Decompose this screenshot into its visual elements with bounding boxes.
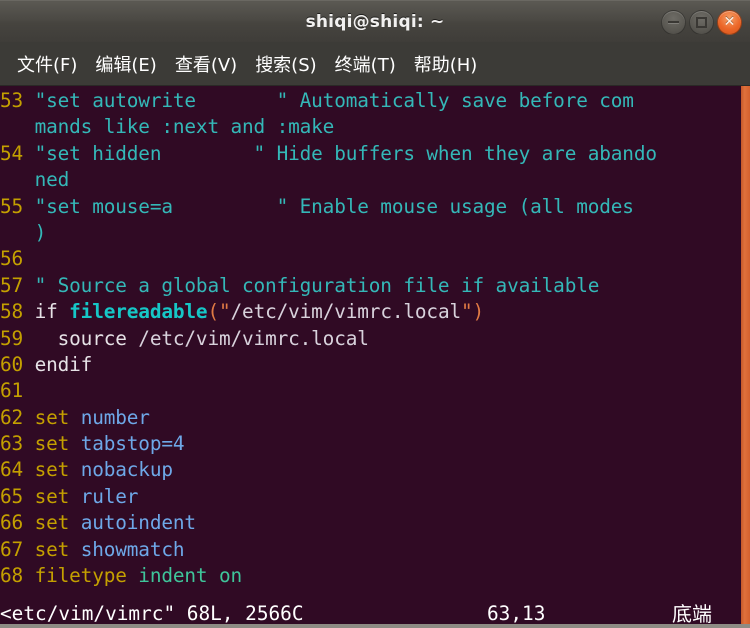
buffer-line[interactable]: 62 set number (0, 405, 750, 431)
str-token: /etc/vim/vimrc.local (138, 326, 369, 350)
ident-token: tabstop=4 (80, 432, 185, 456)
str-token: /etc/vim/vimrc.local (230, 300, 462, 324)
close-button[interactable]: ✕ (717, 9, 742, 35)
line-number: 68 (0, 564, 35, 588)
paren-token: (" (207, 300, 231, 324)
window-right-border[interactable] (741, 86, 750, 628)
buffer-line[interactable]: 61 (0, 378, 750, 404)
window-title: shiqi@shiqi: ~ (305, 11, 445, 32)
line-number: 55 (0, 194, 35, 218)
minimize-icon (668, 21, 679, 23)
comment-token: "set hidden " Hide buffers when they are… (34, 141, 657, 165)
buffer-line[interactable]: 59 source /etc/vim/vimrc.local (0, 326, 750, 352)
plain-token: endif (34, 352, 93, 376)
line-number: 63 (0, 432, 35, 456)
line-number: 62 (0, 405, 35, 429)
window-controls: ✕ (661, 1, 742, 43)
buffer-line[interactable]: 65 set ruler (0, 484, 750, 510)
buffer-line[interactable]: 56 (0, 246, 750, 272)
line-number: 66 (0, 511, 35, 535)
menu-item-terminal[interactable]: 终端(T) (326, 49, 405, 79)
stmt-token: set (34, 537, 81, 561)
window-bottom-border (0, 624, 750, 628)
ident-token: ruler (80, 484, 139, 508)
buffer-line[interactable]: 64 set nobackup (0, 457, 750, 483)
line-number: 58 (0, 300, 35, 324)
buffer-line[interactable]: 60 endif (0, 352, 750, 378)
stmt-token: filetype (34, 564, 139, 588)
type-token: indent on (138, 564, 243, 588)
comment-token: ned (34, 168, 70, 192)
menu-item-view[interactable]: 查看(V) (166, 49, 246, 79)
line-number: 56 (0, 247, 35, 271)
plain-token: source (34, 326, 139, 350)
line-number: 60 (0, 352, 35, 376)
terminal-window: shiqi@shiqi: ~ ✕ 文件(F) 编辑(E) 查看(V) 搜索(S)… (0, 0, 750, 628)
buffer-line[interactable]: 55 "set mouse=a " Enable mouse usage (al… (0, 194, 750, 220)
menu-bar: 文件(F) 编辑(E) 查看(V) 搜索(S) 终端(T) 帮助(H) (0, 42, 750, 86)
comment-token: ) (34, 220, 47, 244)
buffer-line[interactable]: 58 if filereadable("/etc/vim/vimrc.local… (0, 299, 750, 325)
menu-item-edit[interactable]: 编辑(E) (86, 49, 165, 79)
line-number: 59 (0, 326, 35, 350)
maximize-icon (696, 16, 707, 28)
menu-item-search[interactable]: 搜索(S) (246, 49, 325, 79)
ident-token: showmatch (80, 537, 185, 561)
buffer-line[interactable]: 57 " Source a global configuration file … (0, 273, 750, 299)
menu-item-help[interactable]: 帮助(H) (405, 49, 487, 79)
paren-token: ") (461, 300, 485, 324)
minimize-button[interactable] (661, 9, 686, 35)
line-number: 64 (0, 458, 35, 482)
buffer-line[interactable]: 63 set tabstop=4 (0, 431, 750, 457)
maximize-button[interactable] (689, 9, 714, 35)
ident-token: number (80, 405, 150, 429)
buffer-line[interactable]: 53 "set autowrite " Automatically save b… (0, 88, 750, 114)
line-number: 57 (0, 273, 35, 297)
line-number (0, 168, 35, 191)
buffer-line[interactable]: 54 "set hidden " Hide buffers when they … (0, 141, 750, 167)
buffer-line[interactable]: 67 set showmatch (0, 537, 750, 563)
stmt-token: set (34, 458, 81, 482)
line-number: 53 (0, 89, 35, 112)
title-bar[interactable]: shiqi@shiqi: ~ ✕ (0, 0, 750, 42)
stmt-token: set (34, 432, 81, 456)
terminal-area[interactable]: 53 "set autowrite " Automatically save b… (0, 86, 750, 628)
buffer-line[interactable]: ned (0, 167, 750, 193)
buffer-line[interactable]: mands like :next and :make (0, 114, 750, 140)
buffer-line[interactable]: 68 filetype indent on (0, 563, 750, 589)
buffer-line[interactable]: 66 set autoindent (0, 510, 750, 536)
line-number (0, 221, 35, 244)
comment-token: "set mouse=a " Enable mouse usage (all m… (34, 194, 634, 218)
comment-token: mands like :next and :make (34, 115, 335, 139)
vim-buffer[interactable]: 53 "set autowrite " Automatically save b… (0, 86, 750, 628)
func-token: filereadable (69, 300, 208, 324)
line-number: 54 (0, 141, 35, 165)
line-number: 61 (0, 379, 35, 403)
ident-token: autoindent (80, 511, 196, 535)
stmt-token: set (34, 484, 81, 508)
close-icon: ✕ (723, 14, 736, 30)
line-number: 67 (0, 537, 35, 561)
buffer-line[interactable]: ) (0, 220, 750, 246)
line-number: 65 (0, 484, 35, 508)
stmt-token: set (34, 405, 81, 429)
comment-token: " Source a global configuration file if … (34, 273, 600, 297)
stmt-token: set (34, 511, 81, 535)
comment-token: "set autowrite " Automatically save befo… (34, 89, 634, 112)
line-number (0, 115, 35, 138)
plain-token: if (34, 300, 70, 324)
menu-item-file[interactable]: 文件(F) (8, 49, 86, 79)
ident-token: nobackup (80, 458, 173, 482)
